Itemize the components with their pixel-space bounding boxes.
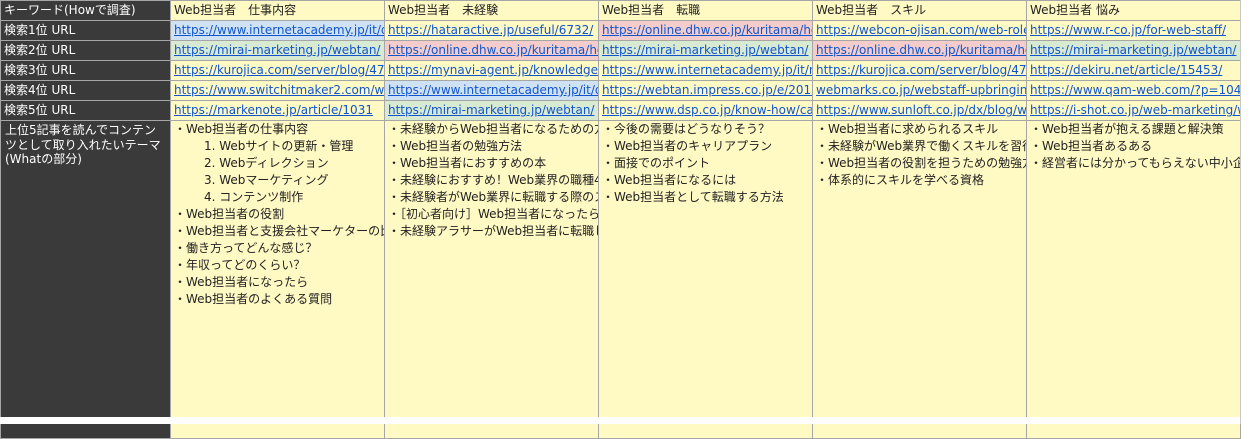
theme-item: ・年収ってどのくらい？ [174, 258, 306, 272]
rank-4-row: 検索4位 URL https://www.switchitmaker2.com/… [0, 80, 1241, 101]
next-column-edge [1240, 0, 1250, 424]
url-link[interactable]: https://www.qam-web.com/?p=1048 [1026, 80, 1241, 101]
spreadsheet: キーワード(Howで調査) Web担当者 仕事内容 Web担当者 未経験 Web… [0, 0, 1250, 439]
theme-item: ・Web担当者になるには [602, 173, 737, 187]
theme-item: ・Web担当者になったら [174, 275, 309, 289]
url-link[interactable]: https://www.sunloft.co.jp/dx/blog/we [812, 100, 1027, 121]
theme-list: ・今後の需要はどうなりそう？ ・Web担当者のキャリアプラン ・面接でのポイント・W… [602, 122, 809, 207]
url-link[interactable]: https://kurojica.com/server/blog/470 [170, 60, 385, 81]
url-link[interactable]: https://www.internetacademy.jp/it/de [170, 20, 385, 41]
url-link[interactable]: https://www.switchitmaker2.com/we [170, 80, 385, 101]
row-label-rank-5[interactable]: 検索5位 URL [0, 100, 171, 121]
row-label-keyword[interactable]: キーワード(Howで調査) [0, 0, 171, 21]
keyword-cell[interactable]: Web担当者 転職 [598, 0, 813, 21]
theme-item: ・経営者には分かってもらえない中小企業Web担当者の悩み [1030, 156, 1240, 170]
row-label-rank-2[interactable]: 検索2位 URL [0, 40, 171, 61]
theme-item: 3. Webマーケティング [204, 173, 329, 187]
url-link[interactable]: https://www.dsp.co.jp/know-how/cat [598, 100, 813, 121]
theme-cell[interactable]: ・今後の需要はどうなりそう？ ・Web担当者のキャリアプラン ・面接でのポイント・W… [598, 120, 813, 439]
theme-item: ・Web担当者の役割 [174, 207, 285, 221]
theme-list: ・Web担当者が抱える課題と解決策 ・Web担当者あるある・経営者には分かってもら… [1030, 122, 1240, 173]
url-link[interactable]: https://online.dhw.co.jp/kuritama/ho [384, 40, 599, 61]
rank-3-row: 検索3位 URL https://kurojica.com/server/blo… [0, 60, 1241, 81]
theme-cell[interactable]: ・Web担当者が抱える課題と解決策 ・Web担当者あるある・経営者には分かってもら… [1026, 120, 1241, 439]
theme-item: ・未経験からWeb担当者になるための方法 [388, 122, 599, 136]
url-link[interactable]: https://mirai-marketing.jp/webtan/ [598, 40, 813, 61]
theme-cell[interactable]: ・Web担当者の仕事内容 1. Webサイトの更新・管理 2. Webディレクション… [170, 120, 385, 439]
url-link[interactable]: https://kurojica.com/server/blog/470 [812, 60, 1027, 81]
url-link[interactable]: webmarks.co.jp/webstaff-upbringing/ [812, 80, 1027, 101]
theme-item: ・Web担当者におすすめの本 [388, 156, 547, 170]
theme-item: ・未経験がWeb業界で働くスキルを習得する方法 [816, 139, 1026, 153]
theme-item: ・Web担当者として転職する方法 [602, 190, 784, 204]
theme-item: ・Web担当者の役割を担うための勉強方法 [816, 156, 1027, 170]
keyword-header-row: キーワード(Howで調査) Web担当者 仕事内容 Web担当者 未経験 Web… [0, 0, 1241, 21]
url-link[interactable]: https://mirai-marketing.jp/webtan/ [384, 100, 599, 121]
url-link[interactable]: https://webtan.impress.co.jp/e/2018/0 [598, 80, 813, 101]
keyword-cell[interactable]: Web担当者 スキル [812, 0, 1027, 21]
theme-item: ・面接でのポイント [602, 156, 711, 170]
theme-item: ・未経験アラサーがWeb担当者に転職した話（体験談） [388, 224, 598, 238]
theme-item: ・未経験におすすめ！Web業界の職種4選 [388, 173, 599, 187]
rank-2-row: 検索2位 URL https://mirai-marketing.jp/webt… [0, 40, 1241, 61]
theme-item: ・［初心者向け］Web担当者になったらやっておくべき7つのこと [388, 207, 599, 221]
theme-item: ・未経験者がWeb業界に転職する際のステップ [388, 190, 598, 204]
theme-item: ・今後の需要はどうなりそう？ [602, 122, 771, 136]
theme-item: ・働き方ってどんな感じ？ [174, 241, 318, 255]
url-link[interactable]: https://online.dhw.co.jp/kuritama/how- [598, 20, 813, 41]
url-link[interactable]: https://mynavi-agent.jp/knowledge/it/ [384, 60, 599, 81]
theme-list: ・Web担当者の仕事内容 1. Webサイトの更新・管理 2. Webディレクション… [174, 122, 385, 309]
keyword-cell[interactable]: Web担当者 仕事内容 [170, 0, 385, 21]
theme-item: ・Web担当者と支援会社マーケターの比較 [174, 224, 385, 238]
url-link[interactable]: https://i-shot.co.jp/web-marketing/we [1026, 100, 1241, 121]
url-link[interactable]: https://webcon-ojisan.com/web-role/ [812, 20, 1027, 41]
row-label-rank-3[interactable]: 検索3位 URL [0, 60, 171, 81]
url-link[interactable]: https://dekiru.net/article/15453/ [1026, 60, 1241, 81]
theme-item: ・Web担当者に求められるスキル [816, 122, 999, 136]
sheet-bottom [0, 417, 1240, 424]
theme-item: ・体系的にスキルを学べる資格 [816, 173, 985, 187]
themes-row: 上位5記事を読んでコンテンツとして取り入れたいテーマ(Whatの部分) ・Web… [0, 120, 1241, 439]
rank-1-row: 検索1位 URL https://www.internetacademy.jp/… [0, 20, 1241, 41]
theme-item: ・Web担当者のキャリアプラン [602, 139, 773, 153]
theme-item: ・Web担当者の勉強方法 [388, 139, 523, 153]
keyword-research-table: キーワード(Howで調査) Web担当者 仕事内容 Web担当者 未経験 Web… [0, 0, 1241, 439]
theme-cell[interactable]: ・Web担当者に求められるスキル・未経験がWeb業界で働くスキルを習得する方法・… [812, 120, 1027, 439]
theme-list: ・Web担当者に求められるスキル・未経験がWeb業界で働くスキルを習得する方法・… [816, 122, 1027, 190]
url-link[interactable]: https://hataractive.jp/useful/6732/ [384, 20, 599, 41]
rank-5-row: 検索5位 URL https://markenote.jp/article/10… [0, 100, 1241, 121]
row-label-rank-1[interactable]: 検索1位 URL [0, 20, 171, 41]
url-link[interactable]: https://online.dhw.co.jp/kuritama/ho [812, 40, 1027, 61]
url-link[interactable]: https://mirai-marketing.jp/webtan/ [170, 40, 385, 61]
url-link[interactable]: https://www.internetacademy.jp/it/de [384, 80, 599, 101]
theme-item: ・Web担当者が抱える課題と解決策 [1030, 122, 1224, 136]
url-link[interactable]: https://www.r-co.jp/for-web-staff/ [1026, 20, 1241, 41]
keyword-cell[interactable]: Web担当者 未経験 [384, 0, 599, 21]
row-label-rank-4[interactable]: 検索4位 URL [0, 80, 171, 101]
theme-item: ・Web担当者のよくある質問 [174, 292, 333, 306]
theme-item: ・Web担当者あるある [1030, 139, 1153, 153]
theme-item: 4. コンテンツ制作 [204, 190, 304, 204]
theme-cell[interactable]: ・未経験からWeb担当者になるための方法 ・Web担当者の勉強方法・Web担当者に… [384, 120, 599, 439]
theme-list: ・未経験からWeb担当者になるための方法 ・Web担当者の勉強方法・Web担当者に… [388, 122, 599, 241]
url-link[interactable]: https://mirai-marketing.jp/webtan/ [1026, 40, 1241, 61]
theme-item: 2. Webディレクション [204, 156, 329, 170]
url-link[interactable]: https://www.internetacademy.jp/it/ma [598, 60, 813, 81]
theme-item: 1. Webサイトの更新・管理 [204, 139, 354, 153]
url-link[interactable]: https://markenote.jp/article/1031 [170, 100, 385, 121]
row-label-themes[interactable]: 上位5記事を読んでコンテンツとして取り入れたいテーマ(Whatの部分) [0, 120, 171, 439]
keyword-cell[interactable]: Web担当者 悩み [1026, 0, 1241, 21]
theme-item: ・Web担当者の仕事内容 [174, 122, 309, 136]
